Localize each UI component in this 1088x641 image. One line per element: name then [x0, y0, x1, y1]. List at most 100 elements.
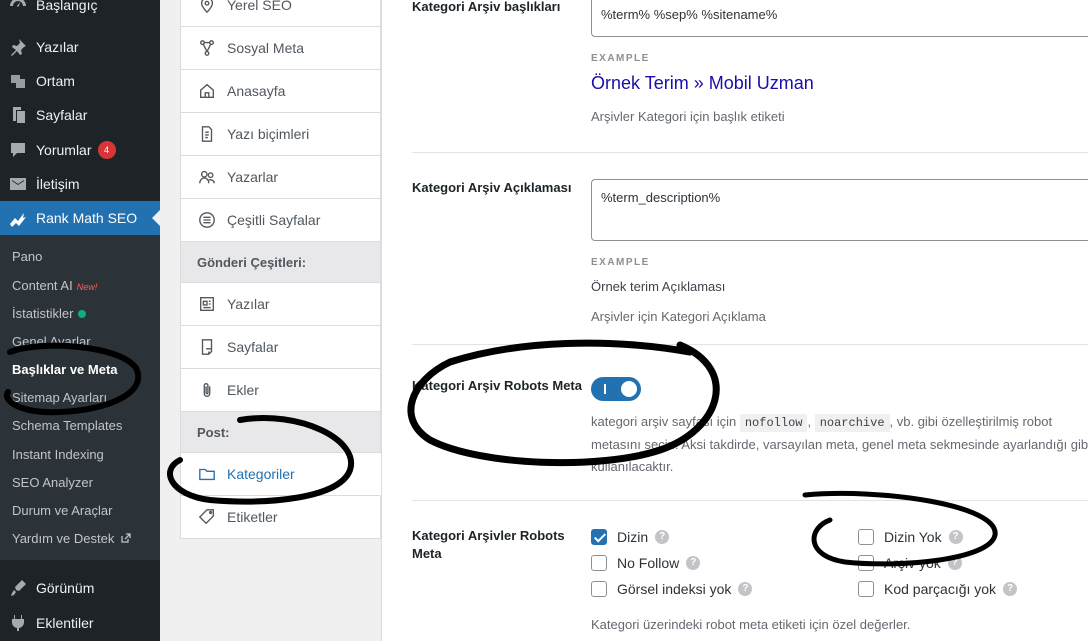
archive-title-help: Arşivler Kategori için başlık etiketi: [591, 109, 785, 124]
dashboard-icon: [0, 0, 36, 15]
robots-option-index[interactable]: Dizin ?: [591, 529, 670, 545]
new-tag: New!: [76, 282, 98, 292]
pin-icon: [0, 37, 36, 57]
help-icon[interactable]: ?: [947, 556, 962, 570]
menu-comments[interactable]: Yorumlar 4: [0, 133, 160, 167]
status-dot-icon: [78, 310, 87, 318]
page-icon: [197, 337, 217, 357]
robots-meta-toggle-label: Kategori Arşiv Robots Meta: [412, 378, 582, 393]
nav-local-seo[interactable]: Yerel SEO: [180, 0, 381, 27]
nav-posts[interactable]: Yazılar: [180, 283, 381, 326]
nav-post-formats[interactable]: Yazı biçimleri: [180, 113, 381, 156]
help-icon[interactable]: ?: [655, 530, 670, 544]
menu-pages[interactable]: Sayfalar: [0, 98, 160, 132]
wp-admin-sidebar: Başlangıç Yazılar Ortam Sayfalar Yorumla…: [0, 0, 160, 641]
external-link-icon: [121, 533, 131, 543]
help-icon[interactable]: ?: [686, 556, 701, 570]
section-post-types: Gönderi Çeşitleri:: [180, 242, 381, 283]
checkbox-nosnippet[interactable]: [858, 581, 874, 597]
social-icon: [197, 38, 217, 58]
nav-pages[interactable]: Sayfalar: [180, 326, 381, 369]
submenu-schema-templates[interactable]: Schema Templates: [12, 418, 122, 433]
misc-pages-icon: [197, 210, 217, 230]
menu-appearance[interactable]: Görünüm: [0, 571, 160, 605]
robots-meta-toggle[interactable]: [591, 377, 641, 401]
archive-description-help: Arşivler için Kategori Açıklama: [591, 309, 766, 324]
nav-authors[interactable]: Yazarlar: [180, 156, 381, 199]
example-label: EXAMPLE: [591, 257, 650, 268]
robots-meta-toggle-help: kategori arşiv sayfası için nofollow, no…: [591, 414, 1088, 474]
example-description-preview: Örnek terim Açıklaması: [591, 279, 726, 294]
rank-math-icon: [0, 208, 36, 228]
help-icon[interactable]: ?: [1003, 582, 1018, 596]
nofollow-code: nofollow: [739, 414, 808, 432]
brush-icon: [0, 578, 36, 598]
plugin-icon: [0, 613, 36, 633]
help-icon[interactable]: ?: [738, 582, 753, 596]
comments-count-badge: 4: [97, 141, 116, 159]
pages-icon: [0, 105, 36, 125]
robots-option-noarchive[interactable]: Arşiv yok ?: [858, 555, 962, 571]
nav-homepage[interactable]: Anasayfa: [180, 70, 381, 113]
location-icon: [197, 0, 217, 15]
robots-meta-help: Kategori üzerindeki robot meta etiketi i…: [591, 617, 911, 632]
submenu-content-ai[interactable]: Content AI New!: [12, 278, 97, 293]
submenu-sitemap-settings[interactable]: Sitemap Ayarları: [12, 390, 107, 405]
submenu-statistics[interactable]: İstatistikler: [12, 306, 87, 321]
submenu-instant-indexing[interactable]: Instant Indexing: [12, 447, 104, 462]
menu-dashboard[interactable]: Başlangıç: [0, 0, 160, 22]
submenu-seo-analyzer[interactable]: SEO Analyzer: [12, 475, 93, 490]
menu-plugins[interactable]: Eklentiler: [0, 606, 160, 640]
home-icon: [197, 81, 217, 101]
archive-title-input[interactable]: %term% %sep% %sitename%: [591, 0, 1088, 37]
checkbox-noarchive[interactable]: [858, 555, 874, 571]
robots-meta-label: Kategori Arşivler Robots Meta: [412, 528, 565, 561]
section-post: Post:: [180, 412, 381, 453]
example-title-preview: Örnek Terim » Mobil Uzman: [591, 73, 814, 93]
tag-icon: [197, 507, 217, 527]
divider: [412, 344, 1088, 345]
help-icon[interactable]: ?: [948, 530, 963, 544]
nav-social-meta[interactable]: Sosyal Meta: [180, 27, 381, 70]
submenu-general-settings[interactable]: Genel Ayarlar: [12, 334, 91, 349]
media-icon: [0, 71, 36, 91]
divider: [412, 500, 1088, 501]
authors-icon: [197, 167, 217, 187]
nav-tags[interactable]: Etiketler: [180, 496, 381, 539]
menu-contact[interactable]: İletişim: [0, 167, 160, 201]
folder-icon: [197, 464, 217, 484]
menu-media[interactable]: Ortam: [0, 64, 160, 98]
mail-icon: [0, 174, 36, 194]
nav-attachments[interactable]: Ekler: [180, 369, 381, 412]
nav-misc-pages[interactable]: Çeşitli Sayfalar: [180, 199, 381, 242]
post-format-icon: [197, 124, 217, 144]
submenu-titles-meta[interactable]: Başlıklar ve Meta: [12, 362, 118, 377]
archive-title-label: Kategori Arşiv başlıkları: [412, 0, 561, 14]
category-settings-panel: Kategori Arşiv başlıkları %term% %sep% %…: [381, 0, 1088, 641]
titles-meta-settings-nav: Yerel SEO Sosyal Meta Anasayfa Yazı biçi…: [180, 0, 381, 641]
toggle-on-mark: [604, 384, 606, 394]
checkbox-noimageindex[interactable]: [591, 581, 607, 597]
menu-rank-math-seo[interactable]: Rank Math SEO: [0, 201, 160, 235]
toggle-knob: [621, 381, 637, 397]
rank-math-submenu: Pano Content AI New! İstatistikler Genel …: [0, 235, 160, 560]
comments-icon: [0, 140, 36, 160]
nav-categories[interactable]: Kategoriler: [180, 453, 381, 496]
noarchive-code: noarchive: [814, 414, 890, 432]
robots-option-nofollow[interactable]: No Follow ?: [591, 555, 701, 571]
checkbox-index[interactable]: [591, 529, 607, 545]
submenu-help-support[interactable]: Yardım ve Destek: [12, 531, 131, 546]
robots-option-noimageindex[interactable]: Görsel indeksi yok ?: [591, 581, 753, 597]
checkbox-nofollow[interactable]: [591, 555, 607, 571]
attachment-icon: [197, 380, 217, 400]
archive-description-textarea[interactable]: %term_description%: [591, 179, 1088, 241]
robots-option-noindex[interactable]: Dizin Yok ?: [858, 529, 963, 545]
submenu-status-tools[interactable]: Durum ve Araçlar: [12, 503, 112, 518]
divider: [412, 152, 1088, 153]
robots-option-nosnippet[interactable]: Kod parçacığı yok ?: [858, 581, 1018, 597]
submenu-pano[interactable]: Pano: [12, 249, 42, 264]
post-icon: [197, 294, 217, 314]
checkbox-noindex[interactable]: [858, 529, 874, 545]
archive-description-label: Kategori Arşiv Açıklaması: [412, 180, 572, 195]
menu-posts[interactable]: Yazılar: [0, 30, 160, 64]
